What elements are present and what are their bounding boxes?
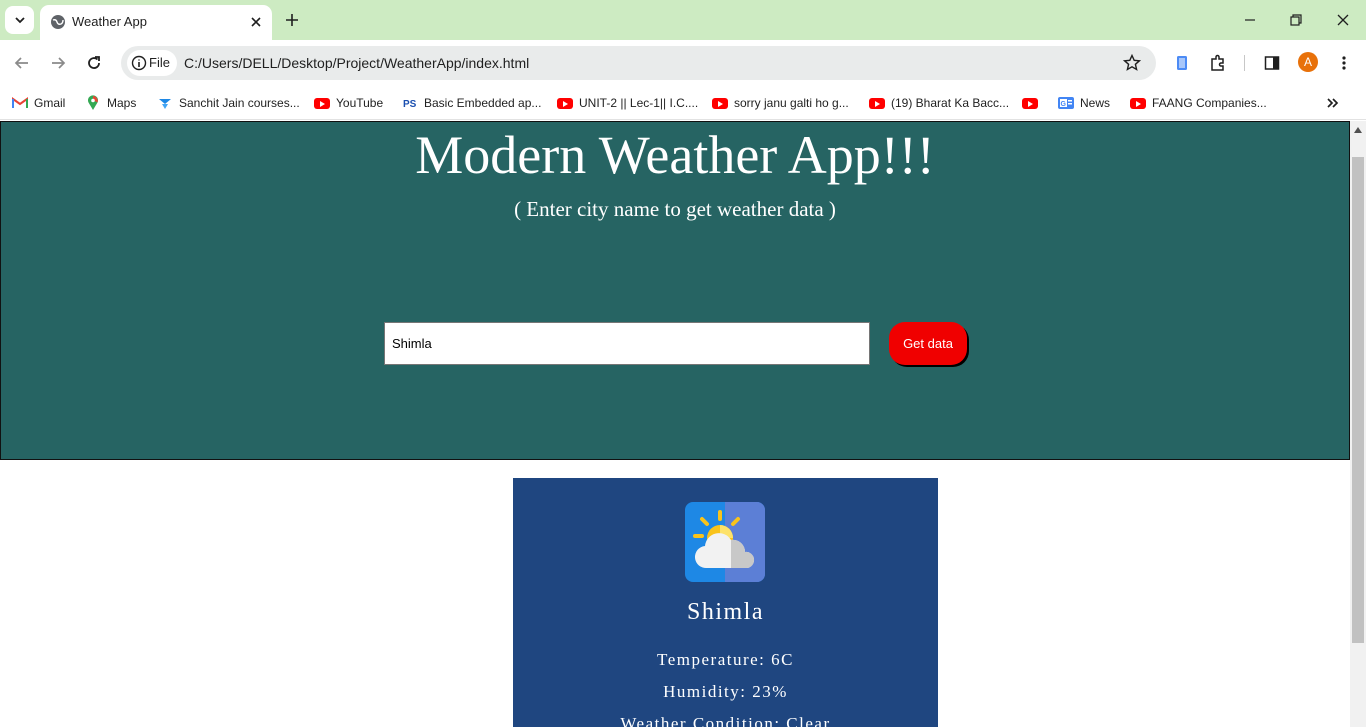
bookmark-faang[interactable]: FAANG Companies... bbox=[1130, 93, 1267, 113]
youtube-icon bbox=[1130, 95, 1146, 111]
document-extension-icon bbox=[1177, 56, 1187, 70]
weather-card: Shimla Temperature: 6C Humidity: 23% Wea… bbox=[513, 478, 938, 727]
maps-icon bbox=[85, 95, 101, 111]
puzzle-icon bbox=[1211, 54, 1224, 71]
svg-text:G: G bbox=[1061, 101, 1067, 108]
bookmark-sanchit-jain[interactable]: Sanchit Jain courses... bbox=[157, 93, 300, 113]
restore-button[interactable] bbox=[1284, 8, 1308, 32]
page-viewport: Modern Weather App!!! ( Enter city name … bbox=[0, 121, 1350, 727]
weather-condition: Weather Condition: Clear bbox=[620, 714, 831, 727]
toolbar-divider bbox=[1244, 55, 1245, 71]
tab-weather-app[interactable]: Weather App bbox=[40, 5, 272, 40]
close-icon bbox=[251, 17, 261, 27]
page-title: Modern Weather App!!! bbox=[415, 125, 935, 185]
bookmark-youtube-untitled[interactable] bbox=[1022, 93, 1044, 113]
minimize-icon bbox=[1245, 19, 1255, 21]
city-search-input[interactable] bbox=[384, 322, 870, 365]
site-info-label: File bbox=[149, 55, 170, 70]
youtube-icon bbox=[869, 95, 885, 111]
arrow-right-icon bbox=[52, 57, 66, 69]
back-button[interactable] bbox=[10, 51, 34, 75]
extension-button[interactable] bbox=[1170, 51, 1194, 75]
bookmark-label: FAANG Companies... bbox=[1152, 96, 1267, 110]
minimize-button[interactable] bbox=[1238, 8, 1262, 32]
bookmark-label: sorry janu galti ho g... bbox=[734, 96, 849, 110]
url-text[interactable]: C:/Users/DELL/Desktop/Project/WeatherApp… bbox=[184, 55, 529, 71]
bookmark-unit-2[interactable]: UNIT-2 || Lec-1|| I.C.... bbox=[557, 93, 698, 113]
ps-icon: PS bbox=[402, 95, 418, 111]
close-window-button[interactable] bbox=[1331, 8, 1355, 32]
youtube-icon bbox=[1022, 95, 1038, 111]
partly-cloudy-icon bbox=[685, 502, 765, 582]
news-icon: G bbox=[1058, 95, 1074, 111]
bookmark-basic-embedded[interactable]: PS Basic Embedded ap... bbox=[402, 93, 541, 113]
weather-temperature: Temperature: 6C bbox=[657, 650, 794, 669]
bookmarks-overflow-button[interactable] bbox=[1322, 93, 1344, 113]
globe-icon bbox=[51, 15, 65, 29]
bookmark-youtube[interactable]: YouTube bbox=[314, 93, 383, 113]
reload-button[interactable] bbox=[82, 51, 106, 75]
chevron-down-icon bbox=[14, 17, 25, 24]
side-panel-button[interactable] bbox=[1260, 51, 1284, 75]
side-panel-icon bbox=[1264, 56, 1280, 70]
reload-icon bbox=[88, 56, 100, 69]
course-icon bbox=[157, 95, 173, 111]
triangle-up-icon bbox=[1354, 126, 1362, 133]
bookmark-label: Gmail bbox=[34, 96, 66, 110]
double-chevron-right-icon bbox=[1327, 98, 1339, 108]
scrollbar-thumb[interactable] bbox=[1352, 157, 1364, 643]
get-data-button[interactable]: Get data bbox=[889, 322, 967, 365]
hero-section: Modern Weather App!!! ( Enter city name … bbox=[0, 121, 1350, 460]
plus-icon bbox=[286, 14, 298, 26]
star-icon bbox=[1123, 54, 1141, 71]
browser-toolbar: File C:/Users/DELL/Desktop/Project/Weath… bbox=[0, 40, 1366, 86]
bookmark-news[interactable]: G News bbox=[1058, 93, 1110, 113]
youtube-icon bbox=[712, 95, 728, 111]
info-icon bbox=[131, 55, 147, 71]
forward-button[interactable] bbox=[46, 51, 70, 75]
bookmark-label: Basic Embedded ap... bbox=[424, 96, 542, 110]
page-subtitle: ( Enter city name to get weather data ) bbox=[514, 197, 836, 221]
new-tab-button[interactable] bbox=[281, 9, 303, 31]
tab-title: Weather App bbox=[72, 14, 147, 29]
bookmark-bharat[interactable]: (19) Bharat Ka Bacc... bbox=[869, 93, 1009, 113]
bookmark-label: Sanchit Jain courses... bbox=[179, 96, 300, 110]
address-bar[interactable]: File C:/Users/DELL/Desktop/Project/Weath… bbox=[121, 46, 1156, 80]
close-icon bbox=[1337, 14, 1349, 26]
arrow-left-icon bbox=[14, 57, 28, 69]
bookmark-label: UNIT-2 || Lec-1|| I.C.... bbox=[579, 96, 699, 110]
extensions-button[interactable] bbox=[1206, 51, 1230, 75]
profile-avatar[interactable]: A bbox=[1298, 52, 1318, 72]
bookmark-sorry-janu[interactable]: sorry janu galti ho g... bbox=[712, 93, 849, 113]
bookmarks-bar: Gmail Maps Sanchit Jain courses... YouTu… bbox=[0, 86, 1366, 120]
browser-tab-bar: Weather App bbox=[0, 0, 1366, 40]
youtube-icon bbox=[557, 95, 573, 111]
page-scrollbar[interactable] bbox=[1350, 121, 1366, 727]
bookmark-star-button[interactable] bbox=[1121, 52, 1143, 74]
tab-search-button[interactable] bbox=[5, 6, 34, 34]
menu-button[interactable] bbox=[1332, 51, 1356, 75]
restore-icon bbox=[1290, 14, 1302, 26]
youtube-icon bbox=[314, 95, 330, 111]
bookmark-gmail[interactable]: Gmail bbox=[12, 93, 65, 113]
weather-city-name: Shimla bbox=[686, 599, 764, 625]
more-vertical-icon bbox=[1342, 56, 1346, 70]
svg-text:PS: PS bbox=[403, 99, 417, 110]
bookmark-maps[interactable]: Maps bbox=[85, 93, 136, 113]
weather-humidity: Humidity: 23% bbox=[663, 682, 788, 701]
bookmark-label: (19) Bharat Ka Bacc... bbox=[891, 96, 1010, 110]
bookmark-label: News bbox=[1080, 96, 1111, 110]
bookmark-label: YouTube bbox=[336, 96, 384, 110]
scroll-up-button[interactable] bbox=[1350, 121, 1366, 138]
tab-close-button[interactable] bbox=[246, 12, 266, 32]
bookmark-label: Maps bbox=[107, 96, 137, 110]
gmail-icon bbox=[12, 95, 28, 111]
